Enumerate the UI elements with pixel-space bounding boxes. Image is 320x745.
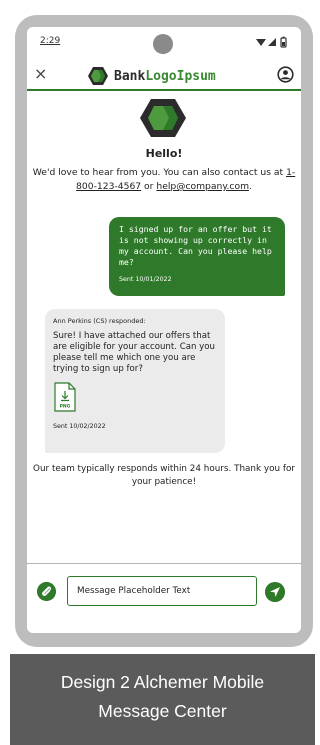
brand-part-ipsum: Ipsum xyxy=(176,68,216,84)
email-link[interactable]: help@company.com xyxy=(156,181,249,192)
brand-part-logo: Logo xyxy=(145,68,177,84)
intro-text-part: We'd love to hear from you. You can also… xyxy=(32,167,287,178)
message-timestamp: Sent 10/02/2022 xyxy=(53,423,106,430)
brand-logo: Bank Logo Ipsum xyxy=(87,65,216,87)
wifi-icon xyxy=(256,39,266,46)
intro-text: We'd love to hear from you. You can also… xyxy=(30,166,298,194)
signal-icon xyxy=(268,38,276,46)
camera-cutout xyxy=(153,34,173,54)
brand-part-bank: Bank xyxy=(114,68,146,84)
attachment-type: PNG xyxy=(60,404,71,410)
caption-line: Message Center xyxy=(98,701,227,721)
message-text: Sure! I have attached our offers that ar… xyxy=(53,331,215,374)
status-bar: 2:29 xyxy=(27,27,301,61)
message-input[interactable] xyxy=(67,576,257,606)
paperclip-icon[interactable] xyxy=(37,582,56,601)
composer-divider xyxy=(27,563,301,564)
greeting: Hello! xyxy=(145,147,183,160)
message-author: Ann Perkins (CS) responded: xyxy=(53,317,146,325)
close-icon[interactable]: × xyxy=(34,66,47,82)
status-icons xyxy=(256,36,287,48)
message-text: I signed up for an offer but it is not s… xyxy=(119,224,272,267)
phone-screen: 2:29 × Bank Logo Ipsum Hello! We'd love … xyxy=(27,27,301,633)
hero-logo-icon xyxy=(140,99,186,137)
profile-icon[interactable] xyxy=(277,66,294,83)
caption-banner: Design 2 Alchemer Mobile Message Center xyxy=(10,654,315,745)
send-icon[interactable] xyxy=(265,582,285,602)
battery-icon xyxy=(280,36,287,48)
message-timestamp: Sent 10/01/2022 xyxy=(119,276,172,283)
incoming-message: Ann Perkins (CS) responded: Sure! I have… xyxy=(45,309,225,453)
intro-text-part: or xyxy=(141,181,157,192)
response-time-note: Our team typically responds within 24 ho… xyxy=(33,464,295,487)
caption-line: Design 2 Alchemer Mobile xyxy=(60,672,265,692)
bank-logo-icon xyxy=(88,67,108,85)
intro-text-part: . xyxy=(249,181,252,192)
png-file-icon[interactable]: PNG xyxy=(54,382,76,412)
phone-frame: 2:29 × Bank Logo Ipsum Hello! We'd love … xyxy=(15,15,313,647)
status-time: 2:29 xyxy=(40,36,61,46)
app-header: × Bank Logo Ipsum xyxy=(27,61,301,91)
outgoing-message: I signed up for an offer but it is not s… xyxy=(109,217,285,296)
